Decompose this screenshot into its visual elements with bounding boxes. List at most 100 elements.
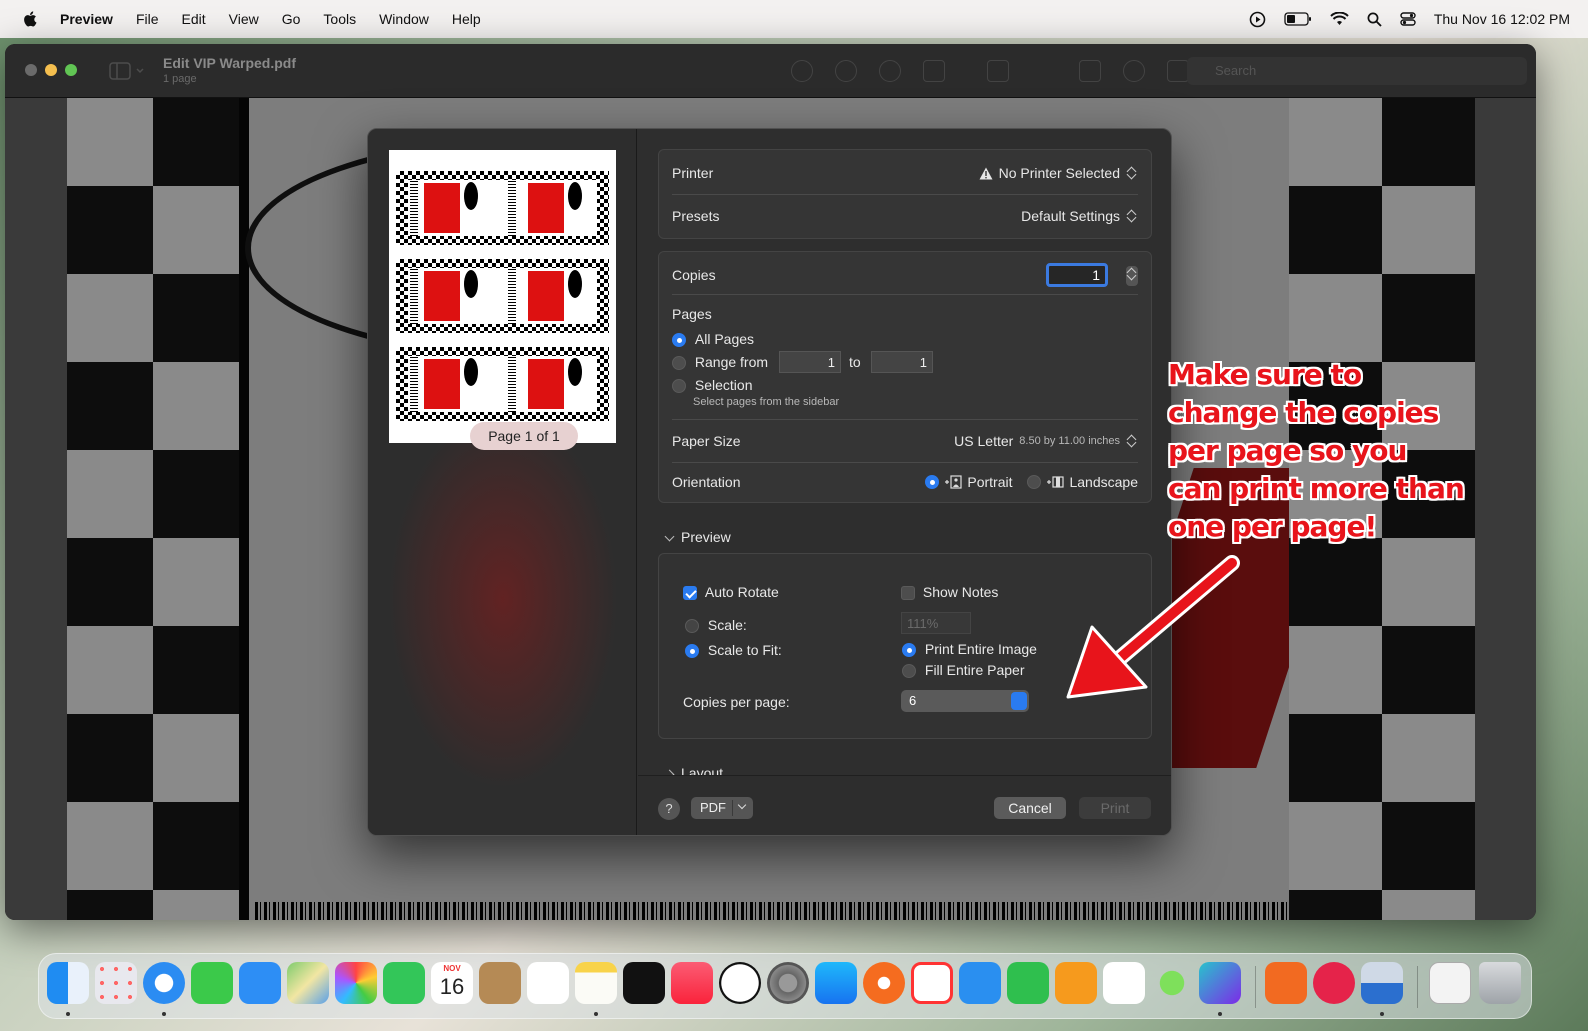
news-icon[interactable]	[911, 962, 953, 1004]
help-button[interactable]: ?	[658, 798, 680, 820]
page-thumbnail[interactable]: Page 1 of 1	[389, 150, 616, 450]
scale-radio[interactable]	[685, 619, 699, 634]
control-center-icon[interactable]	[1400, 12, 1416, 26]
window-minimize-button[interactable]	[45, 64, 57, 76]
menu-view[interactable]: View	[229, 11, 259, 27]
orientation-options: Portrait Landscape	[925, 474, 1138, 490]
scale-input[interactable]: 111%	[901, 612, 971, 634]
trash-icon[interactable]	[1479, 962, 1521, 1004]
auto-rotate-checkbox[interactable]	[683, 586, 697, 601]
menu-app-name[interactable]: Preview	[60, 11, 113, 27]
range-radio[interactable]	[672, 356, 686, 371]
messages-icon[interactable]	[191, 962, 233, 1004]
finder-icon[interactable]	[47, 962, 89, 1004]
mail-icon[interactable]	[239, 962, 281, 1004]
all-pages-radio[interactable]	[672, 333, 686, 348]
annotate-icon[interactable]	[1123, 60, 1145, 82]
copies-per-page-popup[interactable]: 6	[901, 690, 1029, 712]
share-icon[interactable]	[923, 60, 945, 82]
facetime-icon[interactable]	[383, 962, 425, 1004]
rotate-icon[interactable]	[1079, 60, 1101, 82]
origin-icon[interactable]	[863, 962, 905, 1004]
selection-option[interactable]: Selection	[672, 377, 1138, 394]
printer-popup[interactable]: No Printer Selected	[979, 165, 1138, 181]
range-option[interactable]: Range from 1 to 1	[672, 351, 1138, 373]
now-playing-icon[interactable]	[1249, 11, 1266, 28]
zoom-in-icon[interactable]	[879, 60, 901, 82]
paper-size-popup[interactable]: US Letter 8.50 by 11.00 inches	[954, 433, 1138, 449]
launchpad-icon[interactable]	[95, 962, 137, 1004]
maps-icon[interactable]	[287, 962, 329, 1004]
safari-icon[interactable]	[143, 962, 185, 1004]
lips-app-icon[interactable]	[1313, 962, 1355, 1004]
apple-tv-icon[interactable]	[623, 962, 665, 1004]
preview-section-title: Preview	[681, 529, 731, 545]
honey-icon[interactable]	[1265, 962, 1307, 1004]
menu-file[interactable]: File	[136, 11, 159, 27]
copies-stepper[interactable]	[1126, 266, 1138, 286]
apple-menu-icon[interactable]	[22, 10, 40, 28]
menu-tools[interactable]: Tools	[323, 11, 356, 27]
landscape-radio[interactable]	[1027, 475, 1042, 489]
music-icon[interactable]	[671, 962, 713, 1004]
markup-icon[interactable]	[987, 60, 1009, 82]
scale-to-fit-radio[interactable]	[685, 644, 699, 659]
paper-size-detail: 8.50 by 11.00 inches	[1019, 435, 1120, 447]
freeform-icon[interactable]	[1103, 962, 1145, 1004]
reminders-icon[interactable]	[527, 962, 569, 1004]
menu-window[interactable]: Window	[379, 11, 429, 27]
paper-size-row: Paper Size US Letter 8.50 by 11.00 inche…	[672, 433, 1138, 449]
app-store-icon[interactable]	[815, 962, 857, 1004]
presets-popup[interactable]: Default Settings	[1021, 208, 1138, 224]
menu-edit[interactable]: Edit	[182, 11, 206, 27]
print-entire-image-radio[interactable]	[902, 643, 916, 658]
fill-entire-paper-radio[interactable]	[902, 664, 916, 679]
printer-row: Printer No Printer Selected	[672, 165, 1138, 181]
selection-label: Selection	[694, 377, 753, 393]
spotlight-search-icon[interactable]	[1367, 12, 1382, 27]
clock-icon[interactable]	[719, 962, 761, 1004]
pages-icon[interactable]	[1055, 962, 1097, 1004]
keynote-icon[interactable]	[959, 962, 1001, 1004]
system-settings-icon[interactable]	[767, 962, 809, 1004]
range-to-label: to	[849, 354, 861, 370]
battery-icon[interactable]	[1284, 12, 1312, 26]
menu-go[interactable]: Go	[282, 11, 301, 27]
preview-section-toggle[interactable]: Preview	[664, 529, 731, 545]
copies-input[interactable]: 1	[1046, 263, 1108, 287]
selection-radio[interactable]	[672, 379, 686, 394]
menu-bar-clock[interactable]: Thu Nov 16 12:02 PM	[1434, 11, 1570, 27]
notes-icon[interactable]	[575, 962, 617, 1004]
search-field[interactable]: Search	[1187, 57, 1527, 85]
calendar-month: NOV	[443, 964, 461, 973]
wifi-icon[interactable]	[1330, 12, 1349, 26]
menu-help[interactable]: Help	[452, 11, 481, 27]
form-fill-icon[interactable]	[1167, 60, 1189, 82]
documents-folder-icon[interactable]	[1429, 962, 1471, 1004]
photos-icon[interactable]	[335, 962, 377, 1004]
cancel-button[interactable]: Cancel	[994, 797, 1066, 819]
auto-rotate-label: Auto Rotate	[704, 584, 779, 600]
print-button[interactable]: Print	[1079, 797, 1151, 819]
sims-icon[interactable]	[1151, 962, 1193, 1004]
divider	[672, 462, 1138, 463]
window-zoom-button[interactable]	[65, 64, 77, 76]
sidebar-toggle-icon[interactable]	[109, 62, 147, 80]
portrait-radio[interactable]	[925, 475, 940, 489]
print-entire-image-label: Print Entire Image	[924, 641, 1037, 657]
window-close-button[interactable]	[25, 64, 37, 76]
preview-icon[interactable]	[1361, 962, 1403, 1004]
canva-icon[interactable]	[1199, 962, 1241, 1004]
range-start-input[interactable]: 1	[779, 351, 841, 373]
zoom-out-icon[interactable]	[835, 60, 857, 82]
show-notes-checkbox[interactable]	[901, 586, 915, 601]
info-icon[interactable]	[791, 60, 813, 82]
all-pages-option[interactable]: All Pages	[672, 331, 1138, 348]
pdf-menu-button[interactable]: PDF	[691, 797, 753, 819]
numbers-icon[interactable]	[1007, 962, 1049, 1004]
selection-hint: Select pages from the sidebar	[693, 396, 840, 408]
range-end-input[interactable]: 1	[871, 351, 933, 373]
print-preview-pane: Page 1 of 1	[368, 129, 637, 835]
calendar-icon[interactable]: NOV 16	[431, 962, 473, 1004]
contacts-icon[interactable]	[479, 962, 521, 1004]
